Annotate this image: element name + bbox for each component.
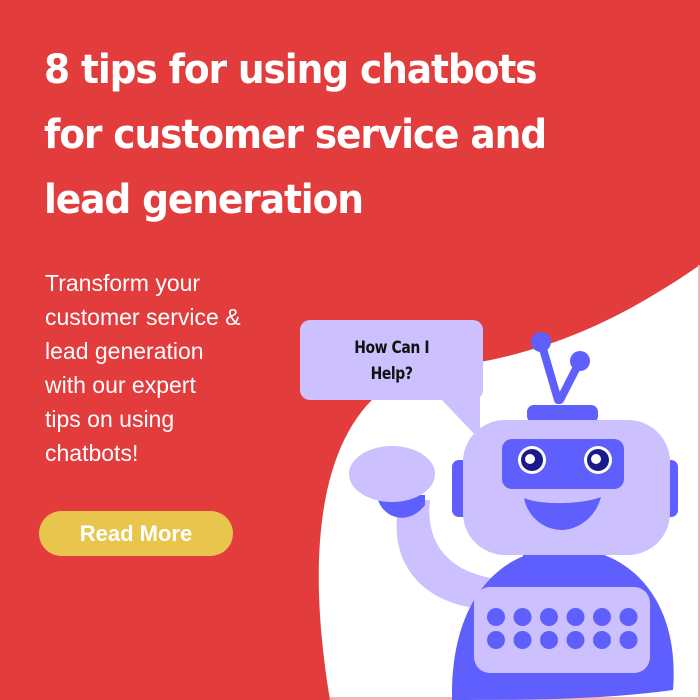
keypad-dot <box>593 608 611 626</box>
headline-line-2: for customer service and <box>44 112 547 158</box>
keypad-dot <box>487 631 505 649</box>
subtitle-line: customer service & <box>45 304 241 330</box>
keypad-dot <box>619 631 638 649</box>
subtitle: Transform your customer service & lead g… <box>45 266 295 470</box>
robot-head-icon <box>463 420 670 555</box>
keypad-dot <box>513 631 532 649</box>
speech-bubble-line-1: How Can I <box>354 338 430 358</box>
keypad-dot <box>513 608 532 626</box>
keypad-dot <box>619 608 638 626</box>
keypad-dot <box>487 608 505 626</box>
subtitle-line: Transform your <box>45 270 201 296</box>
headline: 8 tips for using chatbots for customer s… <box>44 38 646 233</box>
subtitle-line: with our expert <box>45 372 196 398</box>
keypad-dot <box>593 631 611 649</box>
subtitle-line: lead generation <box>45 338 204 364</box>
keypad-dot <box>566 631 585 649</box>
keypad-dot <box>540 608 558 626</box>
keypad-dot <box>566 608 585 626</box>
speech-bubble-text: How Can I Help? <box>302 322 482 400</box>
read-more-button[interactable]: Read More <box>39 511 233 556</box>
subtitle-line: chatbots! <box>45 440 139 466</box>
promo-banner: 8 tips for using chatbots for customer s… <box>0 0 700 700</box>
subtitle-line: tips on using <box>45 406 175 432</box>
speech-bubble-line-2: Help? <box>371 364 413 384</box>
keypad-dot <box>540 631 558 649</box>
headline-line-1: 8 tips for using chatbots <box>44 47 538 93</box>
headline-line-3: lead generation <box>44 177 364 223</box>
